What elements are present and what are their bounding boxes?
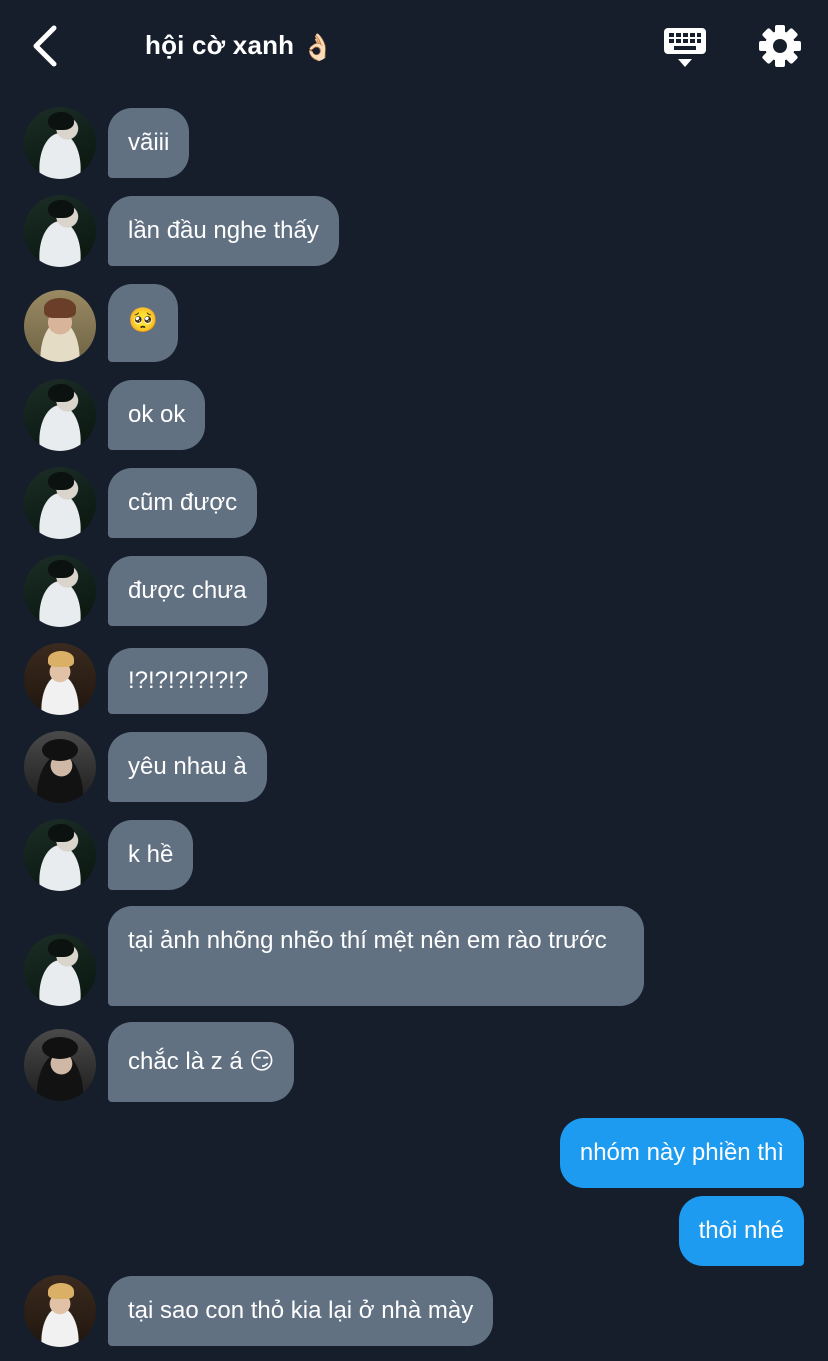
back-chevron-icon[interactable]: [28, 24, 64, 68]
avatar[interactable]: [24, 107, 96, 179]
message-bubble[interactable]: ok ok: [108, 380, 206, 450]
avatar[interactable]: [24, 731, 96, 803]
my-message-bubble[interactable]: nhóm này phiền thì: [559, 1118, 804, 1188]
avatar[interactable]: [24, 467, 96, 539]
message-bubble[interactable]: 🥺: [108, 284, 178, 362]
avatar[interactable]: [24, 195, 96, 267]
my-message-bubble[interactable]: thôi nhé: [678, 1196, 804, 1266]
avatar[interactable]: [24, 379, 96, 451]
message-bubble[interactable]: được chưa: [108, 556, 267, 626]
message-bubble[interactable]: cũm được: [108, 468, 258, 538]
message-bubble[interactable]: tại sao con thỏ kia lại ở nhà mày: [108, 1276, 494, 1346]
message-bubble[interactable]: k hề: [108, 820, 194, 890]
gear-icon[interactable]: [758, 24, 802, 68]
message-bubble[interactable]: tại ảnh nhõng nhẽo thí mệt nên em rào tr…: [108, 906, 644, 1006]
keyboard-icon[interactable]: [662, 26, 708, 70]
chat-title: hội cờ xanh 👌🏻: [145, 30, 334, 63]
avatar[interactable]: [24, 819, 96, 891]
avatar[interactable]: [24, 1275, 96, 1347]
avatar[interactable]: [24, 643, 96, 715]
chat-title-text: hội cờ xanh: [145, 30, 295, 60]
avatar[interactable]: [24, 934, 96, 1006]
message-bubble[interactable]: vãiii: [108, 108, 190, 178]
message-bubble[interactable]: lần đầu nghe thấy: [108, 196, 339, 266]
message-bubble[interactable]: yêu nhau à: [108, 732, 267, 802]
message-bubble[interactable]: chắc là z á 😏: [108, 1022, 295, 1102]
ok-hand-emoji: 👌🏻: [301, 31, 335, 62]
message-bubble[interactable]: !?!?!?!?!?!?: [108, 648, 269, 714]
avatar[interactable]: [24, 555, 96, 627]
avatar[interactable]: [24, 1029, 96, 1101]
avatar[interactable]: [24, 290, 96, 362]
top-bar: hội cờ xanh 👌🏻: [0, 0, 828, 95]
